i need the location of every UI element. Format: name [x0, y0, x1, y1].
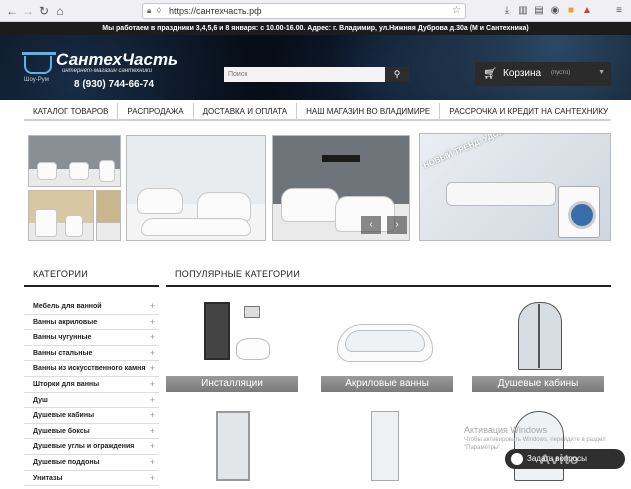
browser-toolbar: ← → ↻ ⌂ ◊ 🔒︎ https://сантехчасть.рф ☆ ⤓ … — [0, 0, 631, 22]
slider-next-icon[interactable]: › — [387, 216, 407, 234]
address-bar[interactable]: ◊ 🔒︎ https://сантехчасть.рф ☆ — [142, 3, 466, 19]
category-item[interactable]: Ванны стальные + — [24, 346, 159, 362]
extension-icon[interactable]: ■ — [564, 3, 578, 19]
library-icon[interactable]: ▥ — [516, 3, 530, 19]
category-item[interactable]: Душевые кабины + — [24, 408, 159, 424]
slider-prev-icon[interactable]: ‹ — [361, 216, 381, 234]
shower-cabin-image — [472, 298, 604, 376]
site-header: Мы работаем в праздники 3,4,5,6 и 8 янва… — [0, 22, 631, 100]
main-menu: Каталог товаров Распродажа Доставка и оп… — [24, 103, 611, 121]
cart-button[interactable]: 🛒︎ Корзина (пусто) ▼ — [475, 62, 611, 86]
forward-icon[interactable]: → — [20, 3, 36, 19]
gallery-photo-2[interactable] — [126, 135, 266, 241]
logo-title[interactable]: СантехЧасть — [56, 50, 178, 70]
menu-item-store[interactable]: Наш магазин во Владимире — [297, 103, 441, 119]
banner-slogan: НОВЫЙ ТРЕНД. УДОБСТВО И ЭСТЕТИКА. — [422, 134, 590, 170]
menu-icon[interactable]: ≡ — [612, 3, 626, 19]
downloads-icon[interactable]: ⤓ — [500, 3, 514, 19]
category-item[interactable]: Мебель для ванной + — [24, 299, 159, 315]
shield-icon[interactable]: ◊ — [157, 4, 161, 18]
popular-title: Популярные категории — [166, 261, 611, 287]
category-item[interactable]: Душевые углы и ограждения + — [24, 439, 159, 455]
card-label: Акриловые ванны — [321, 376, 453, 392]
menu-item-delivery[interactable]: Доставка и оплата — [194, 103, 298, 119]
gallery-thumb-1[interactable] — [28, 135, 121, 187]
menu-item-credit[interactable]: Рассрочка и кредит на сантехнику — [440, 103, 617, 119]
plus-icon[interactable]: + — [150, 408, 155, 423]
bookmark-star-icon[interactable]: ☆ — [452, 4, 461, 18]
lock-icon[interactable]: 🔒︎ — [147, 4, 151, 18]
windows-activation-notice: Активация Windows Чтобы активировать Win… — [464, 425, 624, 452]
avito-watermark: Avito — [540, 451, 580, 467]
category-item[interactable]: Ванны из искусственного камня + — [24, 361, 159, 377]
back-icon[interactable]: ← — [4, 3, 20, 19]
home-icon[interactable]: ⌂ — [52, 3, 68, 19]
category-item[interactable]: Ванны чугунные + — [24, 330, 159, 346]
account-icon[interactable]: ◉ — [548, 3, 562, 19]
search-input[interactable] — [224, 67, 385, 82]
shower-screen-image — [321, 411, 453, 489]
reload-icon[interactable]: ↻ — [36, 3, 52, 19]
plus-icon[interactable]: + — [150, 315, 155, 330]
washbasin-image — [446, 182, 556, 206]
installation-image — [166, 298, 298, 376]
plus-icon[interactable]: + — [150, 299, 155, 314]
plus-icon[interactable]: + — [150, 393, 155, 408]
acrylic-bath-image — [321, 298, 453, 376]
card-label: Инсталляции — [166, 376, 298, 392]
plus-icon[interactable]: + — [150, 377, 155, 392]
url-text: https://сантехчасть.рф — [169, 6, 262, 16]
shower-door-image — [166, 411, 298, 489]
gallery-thumb-4[interactable] — [96, 190, 121, 241]
category-item[interactable]: Шторки для ванны + — [24, 377, 159, 393]
search-icon[interactable]: ⚲ — [385, 67, 409, 82]
cart-status: (пусто) — [551, 70, 571, 76]
plus-icon[interactable]: + — [150, 330, 155, 345]
addon-icon[interactable]: ▲ — [580, 3, 594, 19]
plus-icon[interactable]: + — [150, 471, 155, 486]
plus-icon[interactable]: + — [150, 439, 155, 454]
plus-icon[interactable]: + — [150, 361, 155, 376]
phone-number[interactable]: 8 (930) 744-66-74 — [74, 79, 154, 90]
chat-icon — [511, 453, 523, 465]
category-item[interactable]: Душ + — [24, 393, 159, 409]
activation-title: Активация Windows — [464, 425, 547, 435]
card-label: Душевые кабины — [472, 376, 604, 392]
logo-subtitle: интернет-магазин сантехники — [62, 68, 153, 74]
category-item[interactable]: Ванны акриловые + — [24, 315, 159, 331]
bathtub-logo-icon[interactable] — [22, 52, 56, 74]
holiday-notice: Мы работаем в праздники 3,4,5,6 и 8 янва… — [0, 22, 631, 35]
plus-icon[interactable]: + — [150, 455, 155, 470]
category-item[interactable]: Унитазы + — [24, 471, 159, 487]
categories-sidebar: Категории Мебель для ванной + Ванны акрил… — [24, 261, 159, 487]
plus-icon[interactable]: + — [150, 346, 155, 361]
menu-item-catalog[interactable]: Каталог товаров — [24, 103, 119, 119]
plus-icon[interactable]: + — [150, 424, 155, 439]
category-item[interactable]: Душевые поддоны + — [24, 455, 159, 471]
category-list: Мебель для ванной + Ванны акриловые + Ванн… — [24, 299, 159, 487]
cart-label: Корзина — [503, 68, 542, 79]
reader-icon[interactable]: ▤ — [532, 3, 546, 19]
menu-item-sale[interactable]: Распродажа — [118, 103, 194, 119]
gallery-thumb-3[interactable] — [28, 190, 94, 241]
cart-icon: 🛒︎ — [483, 68, 497, 80]
showroom-label: Шоу-Рум — [24, 77, 49, 83]
chevron-down-icon: ▼ — [598, 69, 605, 76]
category-item[interactable]: Душевые боксы + — [24, 424, 159, 440]
sidebar-title: Категории — [24, 261, 159, 287]
washing-machine-image — [558, 186, 600, 238]
banner-feature[interactable]: НОВЫЙ ТРЕНД. УДОБСТВО И ЭСТЕТИКА. — [419, 133, 611, 241]
